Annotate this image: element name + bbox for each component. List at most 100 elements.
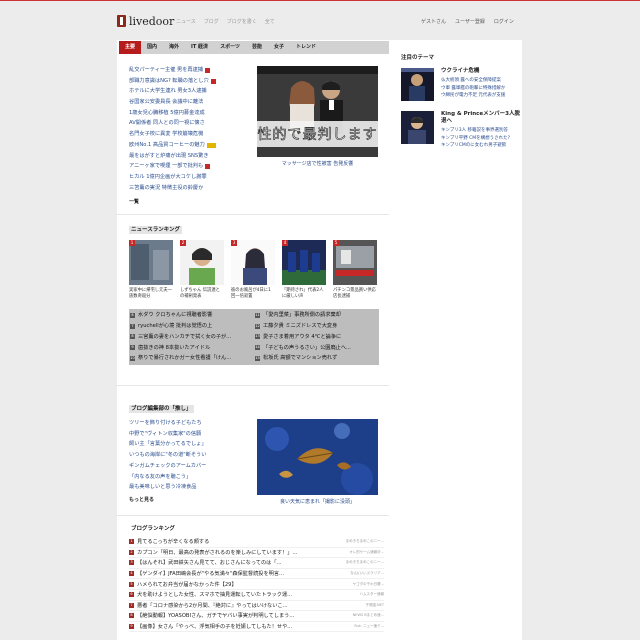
topic-card[interactable]: King & Princeメンバー3人脱退へ キンプリ3人 移籍説を事界選別答 …: [401, 111, 521, 155]
ranking-thumb-caption: パチンコ景品買い供応 店長逮捕: [333, 288, 376, 299]
login-link[interactable]: ログイン: [494, 18, 514, 25]
topic-heading[interactable]: King & Princeメンバー3人脱退へ: [441, 111, 523, 125]
ranking-title: ニュースランキング: [129, 226, 183, 234]
blog-pick-item[interactable]: ギンガムチェックのアームカバー: [129, 461, 247, 472]
ranking-item[interactable]: 9 歯抜きの神 8本抜いたアイドル: [129, 342, 254, 353]
blog-ranking-row[interactable]: 3 【はんそれ】武田鉄矢さん見てて、おじさんになってのは「... まめきちまめこのニ…: [129, 558, 384, 569]
news-more-link[interactable]: 一覧: [129, 198, 139, 205]
blog-ranking-row[interactable]: 2 カプコン「明日、最高の発表がされるのを楽しみにしています！」... オレ的ゲーム…: [129, 548, 384, 559]
sidebar: 注目のテーマ ウクライナ危機 仏大統領 露への安全保障提案 ウ軍 露軍艦の砲撃に…: [397, 40, 522, 640]
blog-ranking-title-text: 【ゲンダイ】JFA田嶋会長が"やる気満々"森保監督続投を明言...: [137, 571, 284, 578]
headline-text: 最をはがすと炉痛が出現 SNS驚き: [129, 152, 209, 159]
category-tabs: 主要 国内 海外 IT 経済 スポーツ 芸能 女子 トレンド: [119, 41, 389, 54]
ranking-thumb[interactable]: 5 パチンコ景品買い供応 店長逮捕: [333, 240, 377, 300]
register-link[interactable]: ユーザー登録: [455, 18, 485, 25]
headline-item[interactable]: 乱交パーティー主催 男を再逮捕: [129, 65, 247, 76]
tab-main[interactable]: 主要: [119, 41, 142, 54]
headline-item[interactable]: ヒカル 1億円企画が大コケし謝罪: [129, 172, 247, 183]
blog-pick-item[interactable]: 飼い主「言葉分かってるでしょ」: [129, 439, 247, 450]
topic-link[interactable]: キンプリ3人 移籍説を事界選別答: [441, 127, 523, 135]
blog-ranking-source: まめきちまめこのニー...: [345, 539, 384, 544]
rank-number: 5: [129, 581, 134, 587]
ranking-thumb[interactable]: 2 しずちゃん 伝説連との補剣発表: [180, 240, 224, 300]
blog-ranking-title-text: 見てるこっちが辛くなる顔する: [137, 539, 210, 546]
tab-overseas[interactable]: 海外: [163, 41, 185, 54]
nav-all-link[interactable]: 全て: [265, 18, 275, 25]
ranking-item[interactable]: 6 水ダウ クロちゃんに視聴者影響: [129, 310, 254, 321]
blog-ranking-row[interactable]: 6 犬を助けようとした女性、スマホで抽見運転していたトラック運... ハムスター速報: [129, 590, 384, 601]
blog-ranking-row[interactable]: 8 【絶悩動報】YOASOBIさん、ガチでヤバい事実が判明してしまう... NEWS…: [129, 611, 384, 622]
rank-number: 14: [255, 345, 260, 351]
blog-pick-item[interactable]: 最も美味しいと思う冷凍食品: [129, 482, 247, 493]
ranking-item[interactable]: 10 祭りで暴行されかガー女性看護「けん...: [129, 353, 254, 364]
blog-ranking-source: まめきちまめこのニー...: [345, 560, 384, 565]
topic-link[interactable]: ウ綿民が電力不足 元代表が支援: [441, 92, 523, 100]
headline-item[interactable]: 部職力意識はNG? 転職の落とし穴: [129, 76, 247, 87]
ranking-item[interactable]: 14 「子どもの声うるさい」公園廃止へ...: [254, 342, 379, 353]
ranking-item-text: ryuchellが心境 批判は覚悟の上: [138, 322, 213, 329]
headline-item[interactable]: 最をはがすと炉痛が出現 SNS驚き: [129, 151, 247, 162]
topic-link[interactable]: キンプリCMのに女むれ男子避飲: [441, 142, 523, 150]
headline-text: 名門女子校に異変 学校崩壊危機: [129, 131, 204, 138]
site-logo[interactable]: livedoor: [117, 14, 174, 28]
tab-entertainment[interactable]: 芸能: [246, 41, 268, 54]
tab-women[interactable]: 女子: [268, 41, 290, 54]
ranking-item[interactable]: 15 松坂氏 高額でマンション売れず: [254, 353, 379, 364]
ranking-item-text: 水ダウ クロちゃんに視聴者影響: [138, 312, 213, 319]
nav-blog-link[interactable]: ブログ: [204, 18, 219, 25]
rank-number: 9: [129, 624, 134, 630]
blog-ranking-row[interactable]: 5 ハメられてお弁当が届かなかった件【29】 ヤゴダの干わ日曜...: [129, 579, 384, 590]
topic-card[interactable]: ウクライナ危機 仏大統領 露への安全保障提案 ウ軍 露軍艦の砲撃に特殊措解か ウ…: [401, 68, 521, 104]
ranking-thumb-caption: しずちゃん 伝説連との補剣発表: [180, 288, 220, 299]
blog-ranking-row[interactable]: 9 【画像】女さん「やっべ、浮気相手の子を妊娠してしもた！せや... Ruk. ニュ…: [129, 622, 384, 633]
headline-item[interactable]: 欧州No.1 高品質コーヒーの魅力: [129, 140, 247, 151]
blog-ranking-source: NEWS Bまとめ速...: [352, 613, 384, 618]
ranking-thumb[interactable]: 1 実家中に帰宅し元夫一族数奇殺分: [129, 240, 173, 300]
blog-ranking-row[interactable]: 4 【ゲンダイ】JFA田嶋会長が"やる気満々"森保監督続投を明言... なんJ(いい…: [129, 569, 384, 580]
blog-pick-item[interactable]: いつもの海岸に"冬の道"断そうい: [129, 450, 247, 461]
blog-feature-caption[interactable]: 良い天気に恵まれ「撮影に没頭」: [257, 498, 378, 505]
headline-item[interactable]: 名門女子校に異変 学校崩壊危機: [129, 129, 247, 140]
rank-number: 9: [130, 345, 135, 351]
ranking-item[interactable]: 13 愛子さま着用アウタ 4℃と論争に: [254, 332, 379, 343]
rank-number: 3: [129, 560, 134, 566]
ranking-thumb[interactable]: 3 彼のお風呂が4日に1回一倍寂置: [231, 240, 275, 300]
headline-text: 乱交パーティー主催 男を再逮捕: [129, 67, 203, 73]
topic-heading[interactable]: ウクライナ危機: [441, 68, 523, 75]
ranking-thumb[interactable]: 4 「期待され」代表2人に厳しい声: [282, 240, 326, 300]
headline-item[interactable]: 谷国家公安委員長 会議中に離法: [129, 97, 247, 108]
featured-news-image[interactable]: 性的で最判します: [257, 66, 378, 157]
headline-item[interactable]: ホテルに大学生連れ 男女3人逮捕: [129, 86, 247, 97]
ranking-item-text: 「子どもの声うるさい」公園廃止へ...: [263, 344, 351, 351]
rank-number: 7: [130, 323, 135, 329]
rank-number: 2: [180, 240, 186, 246]
tab-sports[interactable]: スポーツ: [214, 41, 246, 54]
ranking-item[interactable]: 8 三宮薫の妻をハンカチで拭く女の子が...: [129, 332, 254, 343]
tab-it-economy[interactable]: IT 経済: [185, 41, 214, 54]
ranking-item[interactable]: 11 「愛内里菜」事務所側の請求棄却: [254, 310, 379, 321]
headline-item[interactable]: アニーヶ家で喫煙 一部で批判も: [129, 161, 247, 172]
blog-pick-item[interactable]: 中野で"ヴィトン収集家"の信願: [129, 429, 247, 440]
blog-ranking-row[interactable]: 1 見てるこっちが辛くなる顔する まめきちまめこのニー...: [129, 537, 384, 548]
ranking-item[interactable]: 12 工藤夕貴 ミニズドレスで大変身: [254, 321, 379, 332]
divider: [117, 214, 389, 215]
blog-feature-image[interactable]: [257, 419, 378, 495]
logo-text: livedoor: [129, 14, 175, 28]
topic-link[interactable]: キンプリ平野 CMを構想うされた?: [441, 135, 523, 143]
featured-news-caption[interactable]: マッサージ店で性被害 告発反響: [257, 160, 378, 167]
nav-write-blog-link[interactable]: ブログを書く: [227, 18, 257, 25]
topic-image: [401, 68, 434, 101]
tab-domestic[interactable]: 国内: [141, 41, 163, 54]
tab-trend[interactable]: トレンド: [290, 41, 322, 54]
nav-news-link[interactable]: ニュース: [176, 18, 196, 25]
blog-more-link[interactable]: もっと見る: [129, 496, 154, 503]
blog-ranking-row[interactable]: 7 悪者「コロナ感染から2か月間、『絶対に』やってはいけないこ... 子育園.NET: [129, 601, 384, 612]
topic-link[interactable]: 仏大統領 露への安全保障提案: [441, 77, 523, 85]
headline-item[interactable]: AV開係者 同人との同一視に懐さ: [129, 118, 247, 129]
headline-item[interactable]: 1歳女児心臓移植 5億円募金達成: [129, 108, 247, 119]
blog-pick-item[interactable]: ツリーを飾り付ける子どもたち: [129, 418, 247, 429]
headline-item[interactable]: 三笘薫の実況 特徴主役の鈴慶か: [129, 183, 247, 194]
topic-link[interactable]: ウ軍 露軍艦の砲撃に特殊措解か: [441, 85, 523, 93]
blog-pick-item[interactable]: 「内なる友の声を聴こう」: [129, 472, 247, 483]
ranking-item[interactable]: 7 ryuchellが心境 批判は覚悟の上: [129, 321, 254, 332]
